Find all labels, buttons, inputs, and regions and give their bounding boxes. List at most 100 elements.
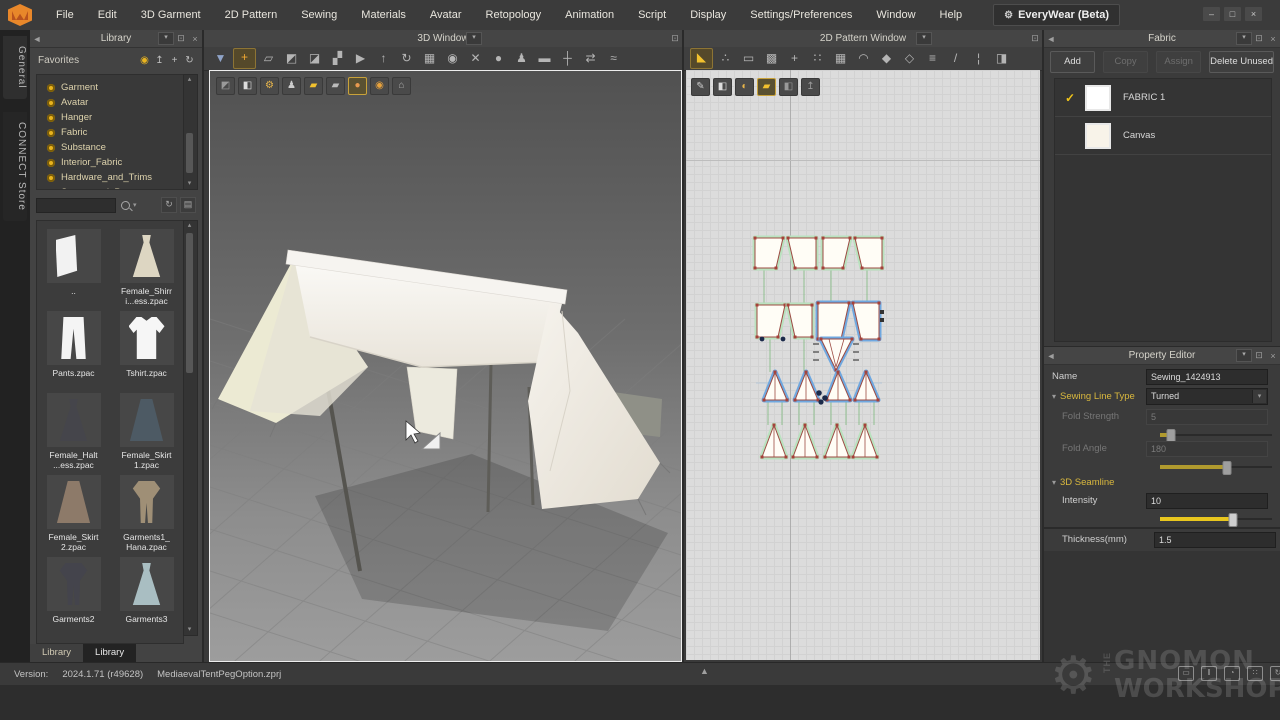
popout-icon[interactable]: ⊡ <box>1028 33 1042 44</box>
favorite-item[interactable]: Interior_Fabric <box>37 155 183 170</box>
copy-button[interactable]: Copy <box>1103 51 1148 73</box>
garment-white-icon[interactable]: ◧ <box>713 78 732 96</box>
close-icon[interactable]: × <box>1245 7 1262 21</box>
pattern-panel-row2[interactable] <box>757 303 884 370</box>
menu-item[interactable]: Edit <box>86 0 129 30</box>
rectangle-icon[interactable]: ▩ <box>761 49 782 68</box>
gear-colorway-icon[interactable]: ⚙ <box>260 77 279 95</box>
search-input[interactable] <box>36 198 116 213</box>
import-icon[interactable]: ↥ <box>153 55 166 66</box>
favorite-item[interactable]: Hanger <box>37 110 183 125</box>
seam-icon[interactable]: ◆ <box>876 49 897 68</box>
collapse-icon[interactable]: ▾ <box>1052 392 1056 401</box>
favorite-item[interactable]: Scene_and_Props <box>37 185 183 190</box>
search-chevron-icon[interactable]: ▾ <box>133 201 143 209</box>
library-item[interactable]: Female_Skirt 2.zpac <box>37 475 110 553</box>
menu-item[interactable]: Sewing <box>289 0 349 30</box>
refresh-icon[interactable]: ↻ <box>161 197 177 213</box>
pin-icon[interactable]: ◄ <box>1044 351 1058 361</box>
pleat-lines-icon[interactable]: ≡ <box>922 49 943 68</box>
3d-viewport[interactable]: ◩◧⚙♟▰▰●◉⌂ <box>209 70 682 662</box>
popout-icon[interactable]: ⊡ <box>1252 350 1266 361</box>
collapse-icon[interactable]: ▾ <box>1052 478 1056 487</box>
cut-sew-icon[interactable]: / <box>945 49 966 68</box>
search-icon[interactable] <box>121 201 130 210</box>
texture-garment-icon[interactable]: ◨ <box>991 49 1012 68</box>
items-scrollbar[interactable]: ▴ ▾ <box>183 220 198 636</box>
edit-pattern-icon[interactable]: ∴ <box>715 49 736 68</box>
fabric-swatch-icon[interactable]: ▰ <box>757 78 776 96</box>
sphere-icon[interactable]: ● <box>488 49 509 68</box>
name-input[interactable]: Sewing_1424913 <box>1146 369 1268 385</box>
chevron-down-icon[interactable]: ▾ <box>1236 32 1252 45</box>
menu-item[interactable]: 2D Pattern <box>213 0 290 30</box>
popout-icon[interactable]: ⊡ <box>1252 33 1266 44</box>
wind-icon[interactable]: ≈ <box>603 49 624 68</box>
texture-circle-icon[interactable]: ◐ <box>735 78 754 96</box>
intensity-input[interactable]: 10 <box>1146 493 1268 509</box>
polygon-icon[interactable]: ▭ <box>738 49 759 68</box>
tab-library-2[interactable]: Library <box>83 644 136 662</box>
add-button[interactable]: Add <box>1050 51 1095 73</box>
dark-garment-icon[interactable]: ◩ <box>216 77 235 95</box>
library-item[interactable]: Garments3 <box>110 557 183 635</box>
chevron-down-icon[interactable]: ▾ <box>158 32 174 45</box>
transform-icon[interactable]: ◣ <box>690 48 713 69</box>
avatar-skin-icon[interactable]: ● <box>348 77 367 95</box>
stand-icon[interactable]: ⌂ <box>392 77 411 95</box>
library-item[interactable]: Tshirt.zpac <box>110 311 183 389</box>
rotate-icon[interactable]: ↻ <box>396 49 417 68</box>
fold-garment-icon[interactable]: ◪ <box>304 49 325 68</box>
pin-icon[interactable]: ◄ <box>30 34 44 44</box>
minimize-icon[interactable]: – <box>1203 7 1220 21</box>
library-item[interactable]: Female_Shirr i...ess.zpac <box>110 229 183 307</box>
fold-strength-slider[interactable] <box>1160 429 1272 441</box>
library-item[interactable]: Female_Skirt 1.zpac <box>110 393 183 471</box>
favorite-item[interactable]: Fabric <box>37 125 183 140</box>
zipper-icon[interactable]: ¦ <box>968 49 989 68</box>
favorite-item[interactable]: Garment <box>37 80 183 95</box>
everywear-button[interactable]: ⚙ EveryWear (Beta) <box>993 4 1120 26</box>
curve-icon[interactable]: ◠ <box>853 49 874 68</box>
podium-icon[interactable]: ↥ <box>801 78 820 96</box>
fabric-gray-icon[interactable]: ▰ <box>326 77 345 95</box>
pattern-triangle-row2[interactable] <box>762 425 877 457</box>
fabric-swatch[interactable] <box>1085 123 1111 149</box>
swap-icon[interactable]: ⇄ <box>580 49 601 68</box>
texture-sphere-icon[interactable]: ◉ <box>370 77 389 95</box>
sewing-line-type-dropdown[interactable]: Turned ▾ <box>1146 388 1268 405</box>
popout-icon[interactable]: ⊡ <box>174 33 188 44</box>
refresh-icon[interactable]: ↻ <box>183 55 196 66</box>
tab-library-1[interactable]: Library <box>30 644 83 662</box>
popout-icon[interactable]: ⊡ <box>668 33 682 44</box>
menu-item[interactable]: File <box>44 0 86 30</box>
library-item[interactable]: Garments1_ Hana.zpac <box>110 475 183 553</box>
simulate-icon[interactable]: ▼ <box>210 49 231 68</box>
fold-strength-input[interactable]: 5 <box>1146 409 1268 425</box>
menu-item[interactable]: Retopology <box>474 0 554 30</box>
maximize-icon[interactable]: □ <box>1224 7 1241 21</box>
close-icon[interactable]: × <box>1266 34 1280 44</box>
fabric-row[interactable]: ✓ FABRIC 1 <box>1055 79 1271 117</box>
library-item[interactable]: .. <box>37 229 110 307</box>
list-view-icon[interactable]: ▤ <box>180 197 196 213</box>
fabric-yellow-icon[interactable]: ▰ <box>304 77 323 95</box>
favorite-icon[interactable]: ◉ <box>138 55 151 66</box>
fold-angle-slider[interactable] <box>1160 461 1272 473</box>
menu-item[interactable]: Script <box>626 0 678 30</box>
delete-unused-button[interactable]: Delete Unused <box>1209 51 1274 73</box>
chevron-down-icon[interactable]: ▾ <box>466 32 482 45</box>
pair-garment-icon[interactable]: ▞ <box>327 49 348 68</box>
garment-gray-icon[interactable]: ◧ <box>779 78 798 96</box>
notch-icon[interactable]: ∷ <box>807 49 828 68</box>
record-icon[interactable]: ▶ <box>350 49 371 68</box>
library-item[interactable]: Garments2 <box>37 557 110 635</box>
transform-pattern-icon[interactable]: ▱ <box>258 49 279 68</box>
grading-icon[interactable]: ▦ <box>830 49 851 68</box>
tab-general[interactable]: General <box>3 36 27 99</box>
chevron-down-icon[interactable]: ▾ <box>1252 390 1266 403</box>
close-icon[interactable]: × <box>1266 351 1280 361</box>
menu-item[interactable]: Display <box>678 0 738 30</box>
chevron-down-icon[interactable]: ▾ <box>916 32 932 45</box>
move-garment-icon[interactable]: ◩ <box>281 49 302 68</box>
